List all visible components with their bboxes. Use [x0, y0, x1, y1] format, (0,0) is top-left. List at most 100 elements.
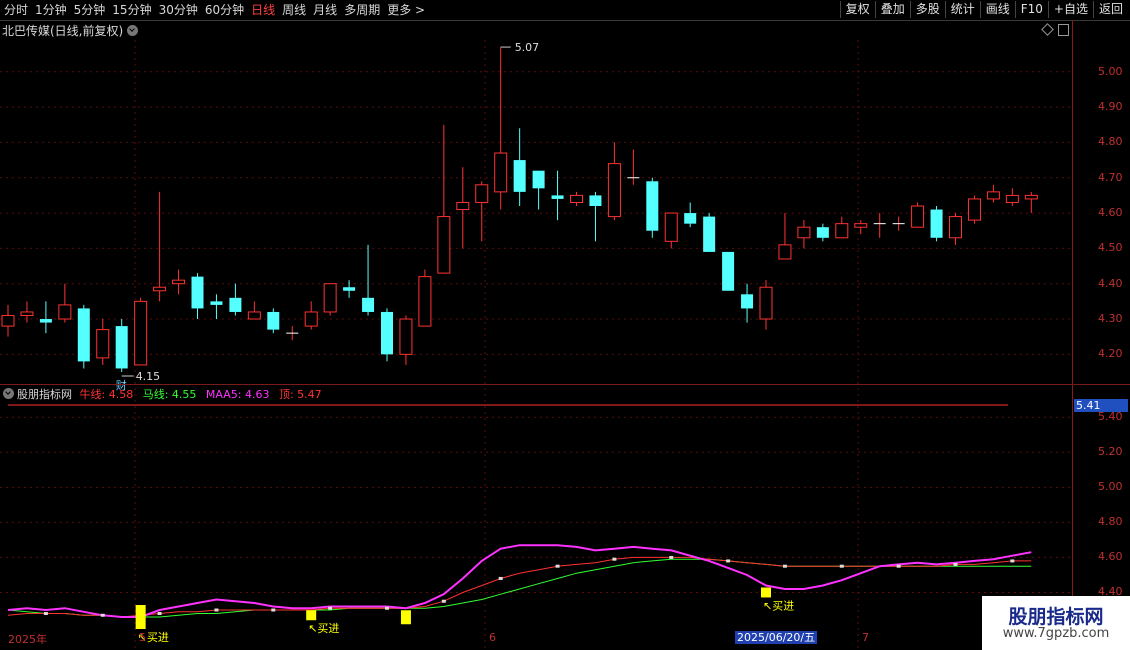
- pane-separator: [0, 384, 1130, 385]
- niu-marker: [896, 564, 901, 568]
- indicator-tick: 5.20: [1098, 445, 1123, 459]
- price-tick: 4.90: [1098, 100, 1123, 114]
- watermark: 股朋指标网 www.7gpzb.com: [982, 596, 1130, 650]
- candle-body-down: [513, 160, 526, 192]
- candle-body-up: [475, 184, 489, 203]
- candle-body-down: [267, 311, 280, 330]
- candle-body-up: [323, 283, 337, 313]
- candle-body-up: [1, 314, 15, 327]
- candle-body-up: [494, 152, 508, 193]
- date-tick: 6: [489, 631, 496, 644]
- candle-body-down: [551, 195, 564, 199]
- niu-marker: [669, 555, 674, 559]
- high-label: 5.07: [515, 41, 540, 54]
- candle-body-up: [911, 205, 925, 228]
- candle-body-down: [646, 181, 659, 231]
- candle-body-down: [589, 195, 602, 206]
- niu-marker: [498, 576, 503, 580]
- candle-body-up: [854, 223, 868, 228]
- candle-body-up: [134, 300, 148, 366]
- candle-body-up: [418, 276, 432, 327]
- niu-marker: [100, 613, 105, 617]
- niu-marker: [385, 606, 389, 610]
- niu-marker: [726, 559, 731, 563]
- niu-marker: [1010, 559, 1015, 563]
- candle-body-down: [343, 287, 356, 291]
- candle-body-down: [684, 213, 697, 224]
- indicator-tick: 4.80: [1098, 515, 1123, 529]
- candle-body-up: [304, 311, 318, 327]
- price-tick: 4.50: [1098, 241, 1123, 255]
- candle-body-up: [967, 198, 981, 221]
- indicator-tick: 4.60: [1098, 550, 1123, 564]
- candle-body-up: [759, 286, 773, 320]
- candle-body-up: [778, 244, 792, 260]
- candle-body-up: [664, 212, 678, 242]
- candle-body-up: [1024, 194, 1038, 200]
- price-tick: 4.40: [1098, 276, 1123, 290]
- niu-marker: [271, 608, 276, 612]
- indicator-title: 股朋指标网 牛线: 4.58 马线: 4.55 MAA5: 4.63 顶: 5.…: [3, 386, 322, 402]
- candle-body-up: [172, 279, 186, 285]
- candle-body-down: [930, 209, 943, 238]
- date-tick: 5: [139, 631, 146, 644]
- candle-body-up: [835, 223, 849, 239]
- current-value-tag: 5.41: [1074, 399, 1128, 412]
- date-axis: 2025年 5 6 7: [0, 630, 1072, 650]
- niu-marker: [839, 564, 844, 568]
- price-tick: 4.30: [1098, 312, 1123, 326]
- niu-label: 牛线: 4.58: [79, 388, 134, 401]
- niu-marker: [612, 557, 617, 561]
- candle-body-down: [381, 311, 393, 355]
- chart-canvas: 5.074.15财↖买进↖买进↖买进: [0, 40, 1072, 650]
- price-tick: 4.20: [1098, 347, 1123, 361]
- candle-body-up: [607, 163, 621, 218]
- watermark-title: 股朋指标网: [1008, 606, 1104, 628]
- candle-body-up: [247, 311, 261, 320]
- indicator-tick: 5.40: [1098, 410, 1123, 424]
- candle-body-up: [456, 201, 470, 211]
- top-label: 顶: 5.47: [278, 388, 322, 401]
- date-tick: 2025年: [8, 633, 47, 646]
- candle-body-down: [816, 227, 829, 238]
- candle-body-up: [58, 304, 72, 320]
- candle-body-down: [77, 308, 90, 362]
- niu-marker: [328, 606, 333, 610]
- candle-body-up: [20, 311, 34, 316]
- date-highlight: 2025/06/20/五: [735, 631, 818, 644]
- indicator-name: 股朋指标网: [17, 388, 72, 401]
- candle-body-up: [986, 191, 1000, 200]
- candle-body-up: [399, 318, 413, 355]
- low-label: 4.15: [136, 370, 161, 383]
- candle-body-down: [210, 301, 223, 305]
- candle-body-down: [532, 170, 545, 189]
- ma-label: 马线: 4.55: [142, 388, 197, 401]
- candle-body-up: [437, 216, 451, 274]
- candle-body-down: [229, 297, 242, 312]
- price-tick: 4.60: [1098, 206, 1123, 220]
- candle-body-up: [949, 216, 962, 239]
- candle-body-down: [703, 216, 716, 252]
- candle-body-down: [191, 276, 204, 309]
- watermark-url: www.7gpzb.com: [1002, 626, 1110, 641]
- indicator-menu-icon[interactable]: [3, 388, 14, 399]
- price-tick: 4.80: [1098, 135, 1123, 149]
- maa5-line: [7, 544, 1032, 618]
- niu-marker: [953, 562, 958, 566]
- price-tick: 4.70: [1098, 170, 1123, 184]
- axis-separator: [1072, 20, 1073, 650]
- date-tick: 7: [862, 631, 869, 644]
- price-tick: 5.00: [1098, 64, 1123, 78]
- candle-body-down: [39, 319, 52, 323]
- candle-body-down: [115, 326, 128, 369]
- candle-body-up: [153, 286, 167, 292]
- maa-label: MAA5: 4.63: [205, 388, 270, 401]
- niu-marker: [441, 599, 446, 603]
- buy-label: ↖买进: [763, 599, 794, 612]
- buy-signal-bar: [135, 605, 146, 630]
- buy-signal-bar: [306, 610, 317, 621]
- candle-body-down: [362, 297, 375, 312]
- candle-body-down: [722, 251, 735, 291]
- buy-signal-bar: [400, 610, 411, 625]
- niu-marker: [43, 612, 48, 616]
